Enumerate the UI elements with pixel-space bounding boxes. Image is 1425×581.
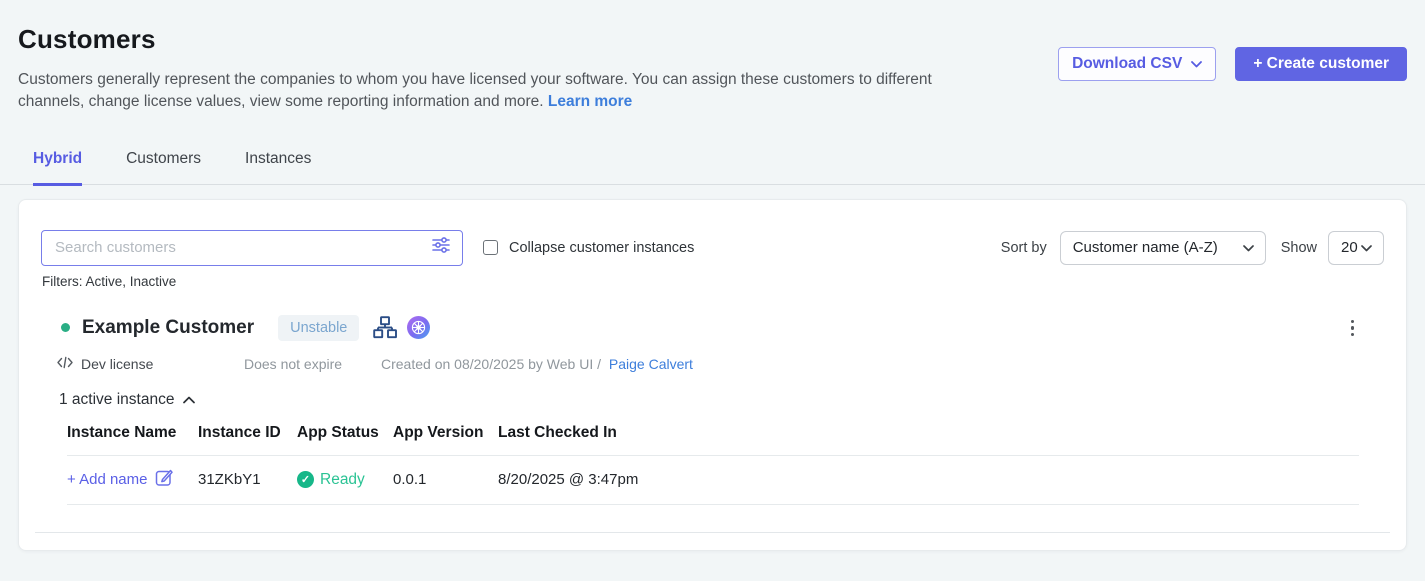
kubernetes-icon xyxy=(407,316,430,339)
check-circle-icon: ✓ xyxy=(297,471,314,488)
helm-org-chart-icon xyxy=(373,316,397,339)
instance-name-cell: + Add name xyxy=(67,468,198,491)
chevron-down-icon xyxy=(1243,239,1254,256)
instances-toggle[interactable]: 1 active instance xyxy=(59,391,195,409)
show-select[interactable]: 20 xyxy=(1328,231,1384,265)
learn-more-link[interactable]: Learn more xyxy=(548,93,632,110)
collapse-instances-control[interactable]: Collapse customer instances xyxy=(483,240,694,256)
sort-by-label: Sort by xyxy=(1001,240,1047,256)
customer-block-divider xyxy=(35,532,1390,533)
instance-row: + Add name 31ZKbY1 ✓ Ready 0.0.1 8/20/20… xyxy=(67,456,1359,505)
created-text: Created on 08/20/2025 by Web UI / xyxy=(381,356,601,372)
active-status-dot xyxy=(61,323,70,332)
tab-bar: Hybrid Customers Instances xyxy=(15,150,1425,186)
chevron-down-icon xyxy=(1361,239,1372,256)
instances-table-header: Instance Name Instance ID App Status App… xyxy=(67,424,1359,456)
license-row: Dev license Does not expire Created on 0… xyxy=(57,356,1384,372)
chevron-up-icon xyxy=(183,391,195,409)
search-input[interactable] xyxy=(55,239,431,256)
tab-bar-divider xyxy=(0,184,1425,185)
customers-page: Customers Customers generally represent … xyxy=(0,0,1425,581)
search-customers-box xyxy=(41,230,463,266)
collapse-instances-label: Collapse customer instances xyxy=(509,240,694,256)
instances-summary-label: 1 active instance xyxy=(59,391,174,409)
col-header-instance-id: Instance ID xyxy=(198,424,297,442)
collapse-instances-checkbox[interactable] xyxy=(483,240,498,255)
filter-sliders-icon[interactable] xyxy=(431,236,451,259)
add-name-link[interactable]: + Add name xyxy=(67,471,147,488)
customer-name[interactable]: Example Customer xyxy=(82,317,254,339)
code-brackets-icon xyxy=(57,356,73,372)
channel-badge: Unstable xyxy=(278,315,359,341)
show-label: Show xyxy=(1281,240,1317,256)
sort-show-controls: Sort by Customer name (A-Z) Show 20 xyxy=(1001,231,1384,265)
show-selected-value: 20 xyxy=(1341,239,1358,256)
create-customer-button[interactable]: + Create customer xyxy=(1235,47,1407,81)
license-type: Dev license xyxy=(57,356,244,372)
col-header-instance-name: Instance Name xyxy=(67,424,198,442)
col-header-last-checked-in: Last Checked In xyxy=(498,424,1359,442)
header-actions: Download CSV + Create customer xyxy=(1058,47,1407,81)
download-csv-button[interactable]: Download CSV xyxy=(1058,47,1216,81)
created-by-link[interactable]: Paige Calvert xyxy=(609,356,693,372)
created-info: Created on 08/20/2025 by Web UI / Paige … xyxy=(381,356,693,372)
chevron-down-icon xyxy=(1191,55,1202,73)
list-toolbar: Collapse customer instances Sort by Cust… xyxy=(41,230,1384,266)
edit-pencil-icon[interactable] xyxy=(155,468,174,491)
customer-header-row: Example Customer Unstable xyxy=(61,313,1384,343)
last-checked-in-cell: 8/20/2025 @ 3:47pm xyxy=(498,471,1359,488)
page-description: Customers generally represent the compan… xyxy=(18,69,978,114)
instances-table: Instance Name Instance ID App Status App… xyxy=(67,424,1359,505)
customers-list-card: Collapse customer instances Sort by Cust… xyxy=(18,199,1407,551)
license-type-label: Dev license xyxy=(81,356,153,372)
app-version-cell: 0.0.1 xyxy=(393,471,498,488)
sort-selected-value: Customer name (A-Z) xyxy=(1073,239,1218,256)
col-header-app-version: App Version xyxy=(393,424,498,442)
app-status-cell: ✓ Ready xyxy=(297,471,393,489)
page-header: Customers Customers generally represent … xyxy=(0,0,1425,114)
kebab-menu-icon[interactable] xyxy=(1347,316,1359,341)
col-header-app-status: App Status xyxy=(297,424,393,442)
license-expiration: Does not expire xyxy=(244,356,381,372)
tab-hybrid[interactable]: Hybrid xyxy=(33,150,82,186)
instance-id-cell: 31ZKbY1 xyxy=(198,471,297,488)
page-description-text: Customers generally represent the compan… xyxy=(18,71,932,110)
tab-customers[interactable]: Customers xyxy=(126,150,201,186)
download-csv-label: Download CSV xyxy=(1072,55,1182,73)
app-status-label: Ready xyxy=(320,471,365,489)
filters-summary: Filters: Active, Inactive xyxy=(42,274,1384,289)
tab-instances[interactable]: Instances xyxy=(245,150,311,186)
sort-select[interactable]: Customer name (A-Z) xyxy=(1060,231,1266,265)
instances-toggle-row: 1 active instance xyxy=(41,372,1384,409)
